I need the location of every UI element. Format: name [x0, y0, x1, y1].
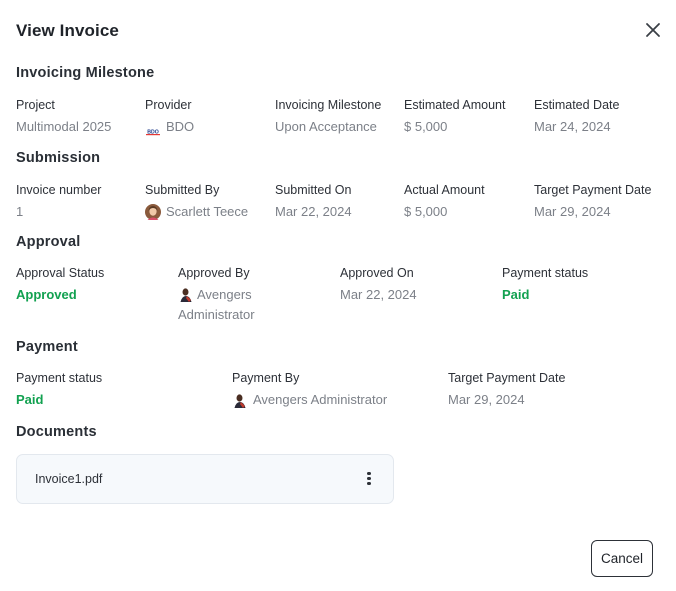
- document-name[interactable]: Invoice1.pdf: [35, 472, 102, 486]
- avatar: [178, 286, 194, 302]
- provider-name: BDO: [166, 119, 195, 134]
- field-payment-status: Payment status Paid: [502, 265, 588, 305]
- field-label: Provider: [145, 98, 192, 112]
- provider-value-row: BDO BDO: [145, 117, 194, 137]
- field-label: Invoice number: [16, 183, 102, 197]
- field-target-payment-date: Target Payment Date Mar 29, 2024: [534, 182, 651, 222]
- field-label: Target Payment Date: [534, 183, 652, 197]
- document-card[interactable]: Invoice1.pdf: [16, 454, 394, 504]
- field-invoicing-milestone: Invoicing Milestone Upon Acceptance: [275, 97, 381, 137]
- section-heading-documents: Documents: [16, 424, 97, 440]
- field-label: Submitted By: [145, 183, 220, 197]
- field-label: Actual Amount: [404, 183, 485, 197]
- submitted-by-name: Scarlett Teece: [166, 204, 249, 219]
- field-value: $ 5,000: [404, 204, 448, 219]
- field-approved-on: Approved On Mar 22, 2024: [340, 265, 417, 305]
- field-estimated-amount: Estimated Amount $ 5,000: [404, 97, 505, 137]
- avatar: [232, 392, 248, 408]
- field-label: Target Payment Date: [448, 371, 566, 385]
- field-estimated-date: Estimated Date Mar 24, 2024: [534, 97, 619, 137]
- bdo-logo: BDO: [145, 122, 161, 135]
- field-value: Upon Acceptance: [275, 119, 377, 134]
- field-approval-status: Approval Status Approved: [16, 265, 104, 305]
- field-submitted-by: Submitted By Scarlett Teece: [145, 182, 248, 222]
- field-label: Estimated Date: [534, 98, 620, 112]
- field-value: $ 5,000: [404, 119, 448, 134]
- field-label: Approval Status: [16, 266, 105, 280]
- field-invoice-number: Invoice number 1: [16, 182, 101, 222]
- status-badge: Approved: [16, 287, 77, 302]
- view-invoice-modal: View Invoice Invoicing Milestone Project…: [0, 0, 676, 591]
- field-label: Project: [16, 98, 55, 112]
- section-heading-invoicing-milestone: Invoicing Milestone: [16, 65, 155, 81]
- status-badge: Paid: [502, 287, 530, 302]
- field-project: Project Multimodal 2025: [16, 97, 111, 137]
- field-target-payment-date: Target Payment Date Mar 29, 2024: [448, 370, 565, 410]
- section-heading-approval: Approval: [16, 234, 81, 250]
- status-badge: Paid: [16, 392, 44, 407]
- field-label: Approved By: [178, 266, 250, 280]
- payment-by-name: Avengers Administrator: [253, 392, 388, 407]
- field-label: Approved On: [340, 266, 414, 280]
- avatar: [145, 204, 161, 220]
- field-label: Invoicing Milestone: [275, 98, 382, 112]
- field-provider: Provider BDO BDO: [145, 97, 194, 137]
- field-value: 1: [16, 204, 24, 219]
- field-actual-amount: Actual Amount $ 5,000: [404, 182, 485, 222]
- field-value: Mar 22, 2024: [340, 287, 417, 302]
- close-icon[interactable]: [643, 20, 663, 40]
- field-payment-by: Payment By Avengers Administrator: [232, 370, 387, 410]
- field-label: Estimated Amount: [404, 98, 506, 112]
- section-heading-submission: Submission: [16, 150, 101, 166]
- field-submitted-on: Submitted On Mar 22, 2024: [275, 182, 352, 222]
- field-value: Multimodal 2025: [16, 119, 112, 134]
- field-payment-status: Payment status Paid: [16, 370, 102, 410]
- field-label: Payment status: [16, 371, 103, 385]
- submitted-by-row: Scarlett Teece: [145, 202, 248, 222]
- field-label: Payment By: [232, 371, 300, 385]
- field-label: Submitted On: [275, 183, 352, 197]
- field-value: Mar 22, 2024: [275, 204, 352, 219]
- field-value: Mar 29, 2024: [448, 392, 525, 407]
- field-label: Payment status: [502, 266, 589, 280]
- field-approved-by: Approved By Avengers Administrator: [178, 265, 288, 325]
- modal-title: View Invoice: [16, 21, 119, 40]
- more-vertical-icon[interactable]: [365, 470, 373, 488]
- section-heading-payment: Payment: [16, 339, 78, 355]
- field-value: Mar 29, 2024: [534, 204, 611, 219]
- payment-by-row: Avengers Administrator: [232, 390, 387, 410]
- approved-by-row: Avengers Administrator: [178, 285, 288, 325]
- field-value: Mar 24, 2024: [534, 119, 611, 134]
- cancel-button[interactable]: Cancel: [591, 540, 653, 577]
